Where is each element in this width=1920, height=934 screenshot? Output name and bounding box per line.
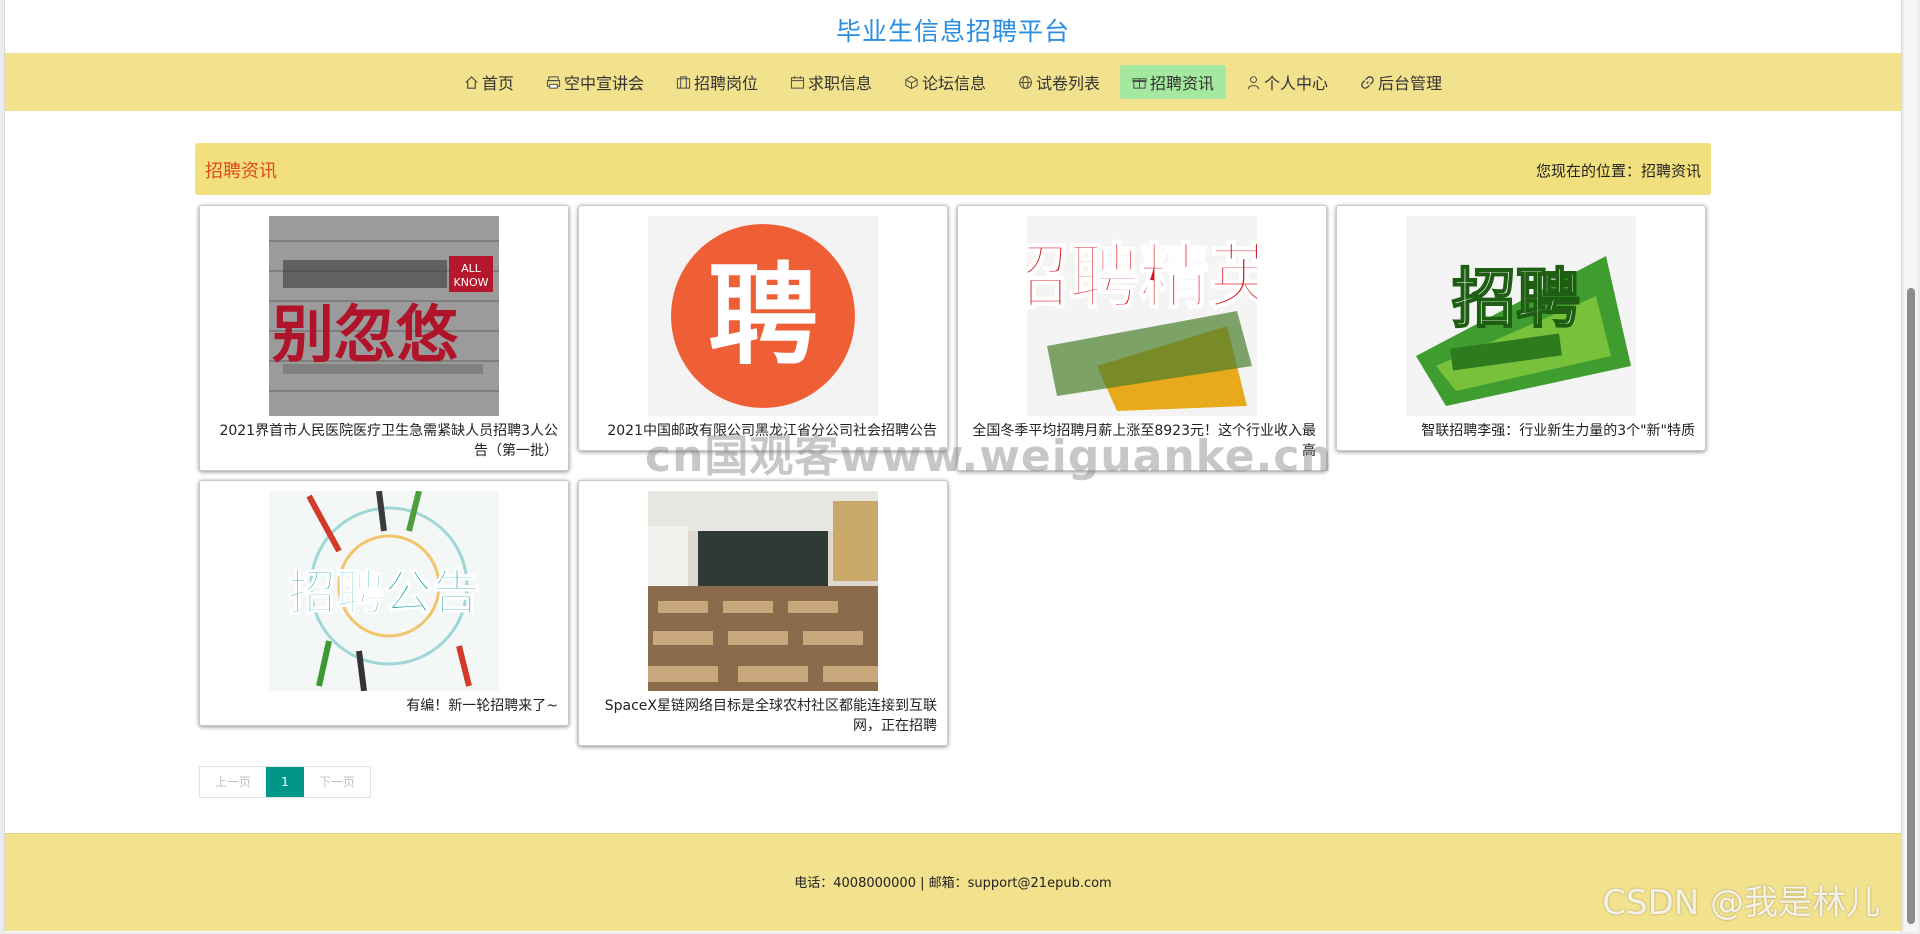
thumbnail-text: 招聘公告: [288, 565, 480, 621]
nav-air-talk-label: 空中宣讲会: [563, 74, 644, 93]
main-nav: 首页 空中宣讲会 招聘岗位 求职信息 论坛信息 试卷列表 招聘资讯 个人中心 后…: [5, 53, 1901, 111]
section-header: 招聘资讯 您现在的位置：招聘资讯: [195, 143, 1711, 195]
box-icon: [905, 75, 918, 89]
thumbnail-text: 别忽悠: [272, 298, 459, 371]
thumbnail-text: 招聘: [1452, 263, 1580, 337]
nav-home[interactable]: 首页: [452, 65, 526, 99]
news-caption: 智联招聘李强：行业新生力量的3个"新"特质: [1421, 423, 1695, 439]
news-thumbnail: 招聘精英: [1027, 216, 1257, 416]
svg-text:ALL: ALL: [461, 262, 482, 275]
section-title: 招聘资讯: [205, 161, 277, 182]
news-thumbnail: [648, 491, 878, 691]
home-icon: [465, 75, 478, 89]
pagination: 上一页 1 下一页: [199, 766, 371, 798]
nav-forum[interactable]: 论坛信息: [892, 65, 998, 99]
globe-icon: [1019, 75, 1032, 89]
nav-admin[interactable]: 后台管理: [1348, 65, 1454, 99]
svg-text:KNOW: KNOW: [454, 276, 489, 289]
nav-exam-list[interactable]: 试卷列表: [1006, 65, 1112, 99]
nav-recruit-news[interactable]: 招聘资讯: [1120, 65, 1227, 99]
nav-forum-label: 论坛信息: [921, 74, 986, 93]
gift-icon: [1132, 77, 1147, 89]
printer-icon: [546, 75, 560, 89]
next-page-button[interactable]: 下一页: [304, 767, 370, 797]
news-card[interactable]: 聘 2021中国邮政有限公司黑龙江省分公司社会招聘公告: [578, 205, 948, 451]
news-card[interactable]: ALL KNOW 别忽悠 2021界首市人民医院医疗卫生急需紧缺人员招聘3人公告…: [199, 205, 569, 471]
thumbnail-text: 招聘精英: [1027, 236, 1257, 318]
thumbnail-text: 聘: [708, 252, 818, 380]
nav-personal-center[interactable]: 个人中心: [1234, 65, 1340, 99]
csdn-watermark: CSDN @我是林儿: [1602, 883, 1880, 923]
briefcase-icon: [676, 75, 691, 89]
news-card[interactable]: 招聘公告 有编！新一轮招聘来了~: [199, 480, 569, 726]
nav-jobs[interactable]: 招聘岗位: [664, 65, 770, 99]
user-icon: [1247, 75, 1260, 89]
news-caption: 有编！新一轮招聘来了~: [406, 698, 558, 714]
current-page-button[interactable]: 1: [266, 767, 304, 797]
news-caption: 2021界首市人民医院医疗卫生急需紧缺人员招聘3人公告（第一批）: [219, 423, 558, 459]
news-thumbnail: 招聘公告: [269, 491, 499, 691]
prev-page-button[interactable]: 上一页: [200, 767, 266, 797]
calendar-icon: [790, 75, 805, 89]
vertical-scrollbar[interactable]: [1904, 0, 1918, 932]
news-thumbnail: 聘: [648, 216, 878, 416]
link-icon: [1361, 75, 1374, 89]
nav-home-label: 首页: [481, 74, 514, 93]
nav-exam-list-label: 试卷列表: [1036, 74, 1101, 93]
page: 毕业生信息招聘平台 首页 空中宣讲会 招聘岗位 求职信息 论坛信息 试卷列表 招: [4, 0, 1902, 932]
nav-personal-center-label: 个人中心: [1264, 74, 1329, 93]
news-thumbnail: ALL KNOW 别忽悠: [269, 216, 499, 416]
site-title: 毕业生信息招聘平台: [835, 17, 1070, 46]
news-card[interactable]: SpaceX星链网络目标是全球农村社区都能连接到互联网，正在招聘: [578, 480, 948, 746]
nav-air-talk[interactable]: 空中宣讲会: [534, 65, 656, 99]
nav-admin-label: 后台管理: [1378, 74, 1443, 93]
news-card[interactable]: 招聘 智联招聘李强：行业新生力量的3个"新"特质: [1336, 205, 1706, 451]
scrollbar-thumb[interactable]: [1907, 288, 1915, 924]
nav-job-seeking-label: 求职信息: [807, 74, 872, 93]
news-caption: SpaceX星链网络目标是全球农村社区都能连接到互联网，正在招聘: [604, 698, 937, 734]
watermark-text: cn国观客www.weiguanke.cn: [645, 431, 1333, 482]
nav-recruit-news-label: 招聘资讯: [1150, 74, 1215, 93]
breadcrumb: 您现在的位置：招聘资讯: [1535, 162, 1701, 180]
nav-job-seeking[interactable]: 求职信息: [778, 65, 884, 99]
news-thumbnail: 招聘: [1406, 216, 1636, 416]
nav-jobs-label: 招聘岗位: [693, 74, 758, 93]
